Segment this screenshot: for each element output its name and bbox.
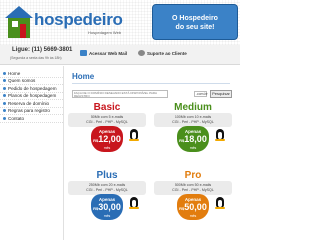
main-content: Home FAÇA DE O DOMÍNIO DESEJADO ESTÁ DIS… — [66, 66, 240, 240]
site-header: hospedeiro Hospedagem Web O Hospedeiro d… — [0, 0, 240, 45]
price-period: mês — [189, 214, 197, 218]
sidebar-item-label: Contato — [8, 115, 25, 121]
search-button[interactable]: Pesquisar — [210, 90, 232, 98]
support-icon — [138, 50, 145, 56]
price-value: R$12,00 — [91, 134, 123, 146]
linux-tux-icon — [214, 127, 226, 141]
price-prefix: Apenas — [98, 197, 116, 202]
plan-features: 100Mb com 10 e-mails CGI - Perl - PHP - … — [154, 113, 232, 127]
support-label: Suporte ao Cliente — [147, 50, 187, 56]
price-value: R$30,00 — [91, 202, 123, 214]
sidebar-item-pedido[interactable]: Pedido de hospedagem — [0, 85, 63, 93]
bullet-icon — [3, 109, 6, 113]
plan-features: 50Mb com 5 e-mails CGI - Perl - PHP - My… — [68, 113, 146, 127]
bullet-icon — [3, 94, 6, 98]
price-period: mês — [103, 214, 111, 218]
price-value: R$50,00 — [177, 202, 209, 214]
bullet-icon — [3, 101, 6, 105]
price-amount: 50,00 — [184, 202, 207, 212]
linux-tux-icon — [128, 127, 140, 141]
bullet-icon — [3, 116, 6, 120]
slogan-line-2: do seu site! — [175, 24, 215, 31]
site-logo[interactable]: hospedeiro Hospedagem Web — [4, 3, 123, 41]
price-badge: Apenas R$30,00 mês — [91, 194, 123, 220]
price-period: mês — [103, 146, 111, 150]
slogan-line-1: O Hospedeiro — [172, 15, 218, 22]
price-prefix: Apenas — [184, 129, 202, 134]
linux-tux-icon — [214, 195, 226, 209]
plan-card-pro[interactable]: Pro 500Mb com 50 e-mails CGI - Perl - PH… — [152, 170, 234, 224]
webmail-link[interactable]: Acessar Web Mail — [80, 50, 127, 56]
logo-tagline: Hospedagem Web — [88, 30, 122, 35]
sidebar-item-contato[interactable]: Contato — [0, 115, 63, 123]
mail-icon — [80, 50, 87, 56]
page-title: Home — [72, 72, 95, 81]
plan-card-medium[interactable]: Medium 100Mb com 10 e-mails CGI - Perl -… — [152, 102, 234, 156]
plan-desc-2: CGI - Perl - PHP - MySQL — [172, 120, 214, 124]
sidebar-item-home[interactable]: Home — [0, 70, 63, 78]
sidebar-item-planos[interactable]: Planos de hospedagem — [0, 93, 63, 100]
plan-name: Medium — [174, 102, 212, 113]
plan-features: 250Mb com 20 e-mails CGI - Perl - PHP - … — [68, 181, 146, 195]
plan-desc-2: CGI - Perl - PHP - MySQL — [86, 120, 128, 124]
plan-name: Pro — [184, 170, 202, 181]
plan-name: Basic — [93, 102, 121, 113]
sidebar-item-quem-somos[interactable]: Quem somos — [0, 78, 63, 85]
price-value: R$18,00 — [177, 134, 209, 146]
bullet-icon — [3, 79, 6, 83]
price-period: mês — [189, 146, 197, 150]
price-amount: 18,00 — [184, 134, 207, 144]
linux-tux-icon — [128, 195, 140, 209]
title-divider — [72, 83, 230, 84]
price-amount: 30,00 — [98, 202, 121, 212]
domain-search-input[interactable]: FAÇA DE O DOMÍNIO DESEJADO ESTÁ DISPONÍV… — [72, 90, 168, 98]
price-badge: Apenas R$50,00 mês — [177, 194, 209, 220]
sidebar-menu: Home Quem somos Pedido de hospedagem Pla… — [0, 66, 64, 240]
plan-card-basic[interactable]: Basic 50Mb com 5 e-mails CGI - Perl - PH… — [66, 102, 148, 156]
domain-search-hint: FAÇA DE O DOMÍNIO DESEJADO ESTÁ DISPONÍV… — [74, 91, 157, 98]
plan-card-plus[interactable]: Plus 250Mb com 20 e-mails CGI - Perl - P… — [66, 170, 148, 224]
plan-desc-2: CGI - Perl - PHP - MySQL — [172, 188, 214, 192]
sidebar-item-label: Pedido de hospedagem — [8, 85, 57, 91]
price-badge: Apenas R$18,00 mês — [177, 126, 209, 152]
sidebar-item-reserva[interactable]: Reserva de domínio — [0, 100, 63, 108]
plan-desc-2: CGI - Perl - PHP - MySQL — [86, 188, 128, 192]
domain-extension-select[interactable]: .com.br — [194, 91, 208, 97]
plan-features: 500Mb com 50 e-mails CGI - Perl - PHP - … — [154, 181, 232, 195]
sidebar-item-label: Home — [8, 70, 21, 76]
sidebar-item-label: Reserva de domínio — [8, 100, 50, 106]
bullet-icon — [3, 71, 6, 75]
webmail-label: Acessar Web Mail — [89, 50, 128, 56]
logo-wordmark: hospedeiro — [34, 10, 123, 29]
slogan-banner: O Hospedeiro do seu site! — [152, 4, 238, 40]
sidebar-item-label: Planos de hospedagem — [8, 93, 57, 99]
sidebar-item-label: Quem somos — [8, 78, 36, 84]
price-amount: 12,00 — [98, 134, 121, 144]
price-prefix: Apenas — [184, 197, 202, 202]
sidebar-item-regras[interactable]: Regras para registro — [0, 108, 63, 115]
price-badge: Apenas R$12,00 mês — [91, 126, 123, 152]
phone-number: Ligue: (11) 5669-3801 — [12, 47, 73, 53]
top-info-bar: Ligue: (11) 5669-3801 (Segunda a sexta d… — [0, 45, 240, 65]
sidebar-item-label: Regras para registro — [8, 108, 50, 114]
plan-name: Plus — [96, 170, 118, 181]
phone-hours: (Segunda a sexta das 9h às 18h) — [10, 56, 62, 60]
bullet-icon — [3, 86, 6, 90]
price-prefix: Apenas — [98, 129, 116, 134]
support-link[interactable]: Suporte ao Cliente — [138, 50, 187, 56]
house-logo-icon — [5, 6, 33, 38]
